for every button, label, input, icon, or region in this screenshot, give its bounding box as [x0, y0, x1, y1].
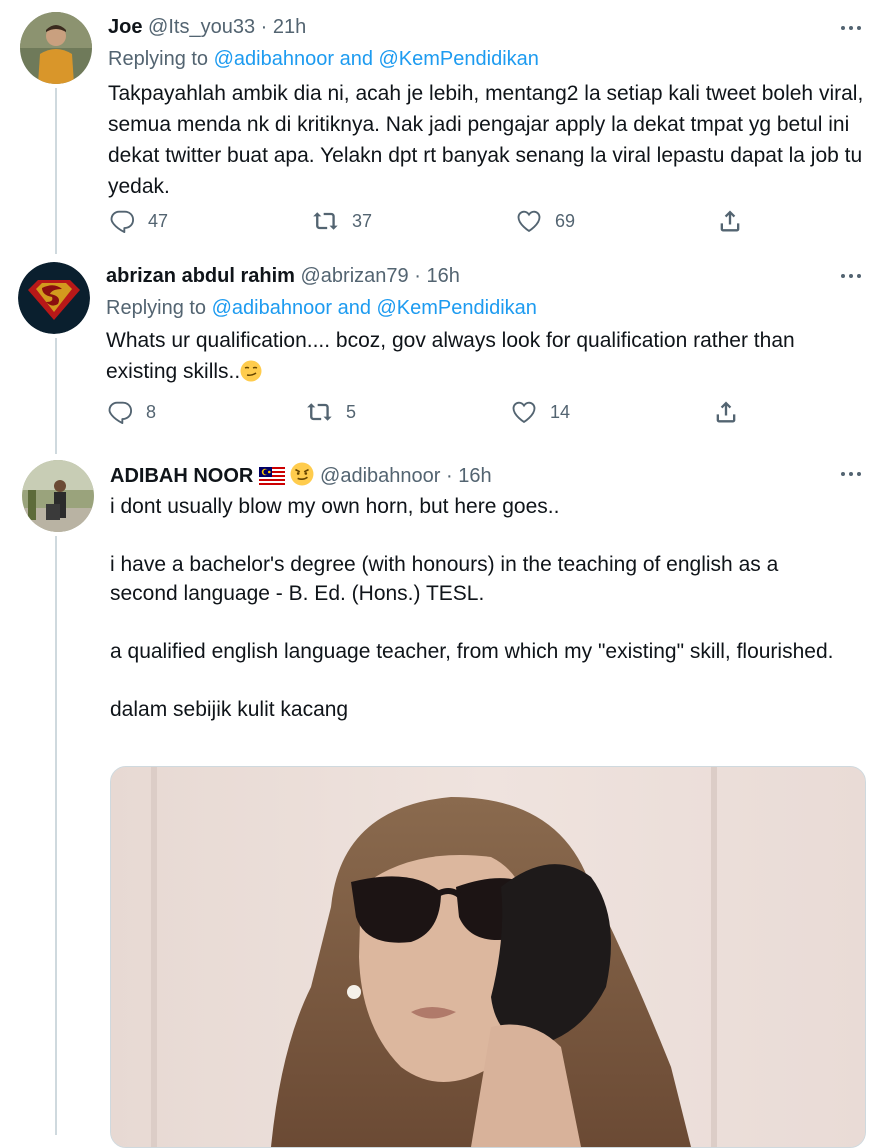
retweet-count: 37 — [352, 210, 373, 231]
tweet[interactable]: abrizan abdul rahim @abrizan79 · 16h Rep… — [0, 250, 882, 450]
display-name[interactable]: abrizan abdul rahim — [106, 265, 295, 287]
replying-prefix: Replying to — [108, 48, 214, 70]
more-options-button[interactable] — [834, 462, 868, 486]
like-icon — [512, 401, 536, 424]
timestamp[interactable]: 16h — [426, 265, 459, 287]
reply-count: 47 — [148, 210, 169, 231]
share-button[interactable] — [716, 203, 744, 239]
reply-icon — [108, 401, 133, 425]
malaysia-flag-icon — [258, 466, 285, 492]
like-count: 69 — [555, 210, 576, 231]
tweet-text: Whats ur qualification.... bcoz, gov alw… — [106, 325, 866, 387]
tweet-text-content: Whats ur qualification.... bcoz, gov alw… — [106, 329, 801, 383]
display-name[interactable]: Joe — [108, 16, 142, 38]
smirk-emoji-icon — [290, 462, 314, 493]
retweet-icon — [307, 403, 332, 421]
reply-count: 8 — [146, 401, 157, 422]
share-button[interactable] — [712, 394, 740, 430]
like-button[interactable]: 69 — [515, 203, 575, 239]
tweet-header: abrizan abdul rahim @abrizan79 · 16h — [106, 263, 460, 289]
reply-button[interactable]: 47 — [108, 203, 168, 239]
smirk-emoji-icon — [240, 360, 262, 382]
display-name[interactable]: ADIBAH NOOR — [110, 465, 253, 487]
reply-icon — [110, 210, 135, 234]
replying-to-link[interactable]: @adibahnoor and @KemPendidikan — [212, 297, 537, 319]
reply-button[interactable]: 8 — [106, 394, 156, 430]
tweet-text: i dont usually blow my own horn, but her… — [110, 495, 834, 721]
more-options-button[interactable] — [834, 264, 868, 288]
username[interactable]: @abrizan79 — [301, 265, 409, 287]
username[interactable]: @adibahnoor — [320, 465, 440, 487]
tweet-media-image[interactable] — [110, 766, 866, 1148]
replying-to: Replying to @adibahnoor and @KemPendidik… — [108, 46, 539, 72]
tweet-actions: 47 37 69 — [108, 203, 758, 239]
avatar[interactable] — [18, 262, 90, 334]
share-icon — [716, 401, 736, 423]
share-icon — [720, 210, 740, 232]
tweet[interactable]: Joe @Its_you33 · 21h Replying to @adibah… — [0, 0, 882, 250]
retweet-count: 5 — [346, 401, 357, 422]
separator: · — [414, 265, 421, 287]
like-count: 14 — [550, 401, 571, 422]
retweet-button[interactable]: 5 — [306, 394, 356, 430]
replying-prefix: Replying to — [106, 297, 212, 319]
separator: · — [445, 465, 453, 487]
more-options-button[interactable] — [834, 16, 868, 40]
avatar[interactable] — [20, 12, 92, 84]
retweet-icon — [313, 212, 338, 230]
like-button[interactable]: 14 — [510, 394, 570, 430]
tweet-actions: 8 5 14 — [106, 394, 756, 430]
timestamp[interactable]: 16h — [458, 465, 491, 487]
username[interactable]: @Its_you33 — [148, 16, 255, 38]
timestamp[interactable]: 21h — [273, 16, 306, 38]
tweet-text: Takpayahlah ambik dia ni, acah je lebih,… — [108, 82, 870, 198]
tweet-header: ADIBAH NOOR @adibahnoor · 16h — [110, 462, 492, 493]
separator: · — [260, 16, 268, 38]
replying-to-link[interactable]: @adibahnoor and @KemPendidikan — [214, 48, 539, 70]
retweet-button[interactable]: 37 — [312, 203, 372, 239]
avatar[interactable] — [22, 460, 94, 532]
photo-woman-sunglasses — [111, 767, 865, 1147]
replying-to: Replying to @adibahnoor and @KemPendidik… — [106, 295, 537, 321]
like-icon — [517, 210, 541, 233]
tweet-header: Joe @Its_you33 · 21h — [108, 14, 306, 40]
